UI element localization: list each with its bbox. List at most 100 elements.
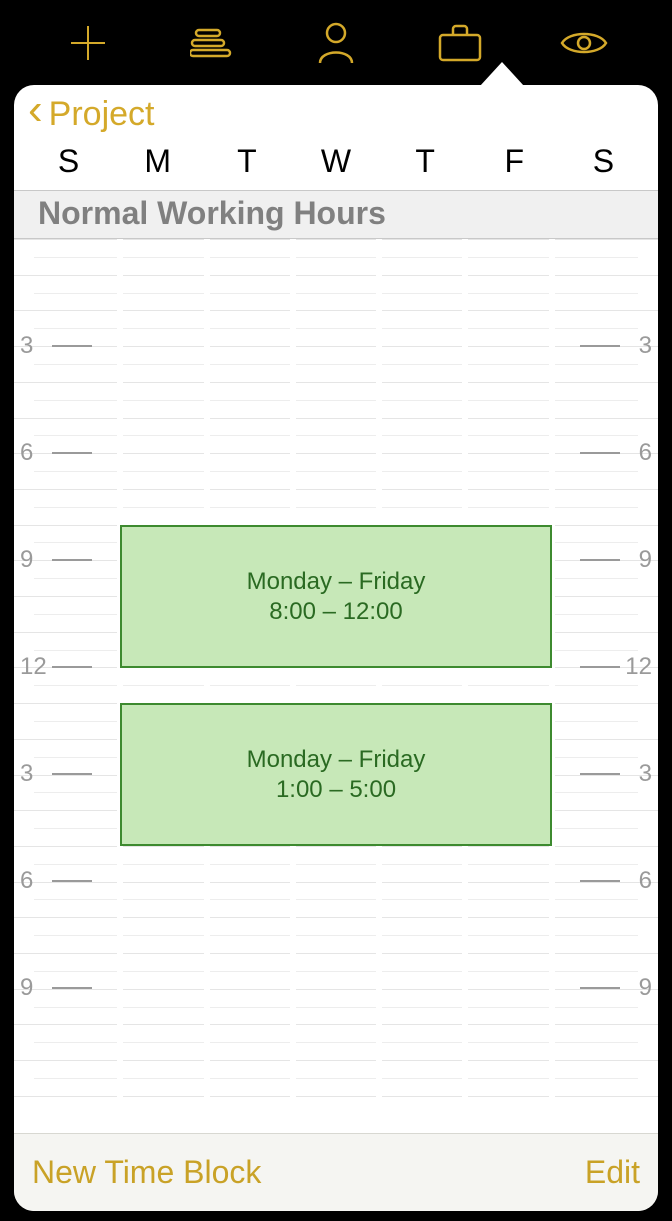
view-button[interactable]: [557, 16, 611, 70]
half-hour-line: [34, 1042, 638, 1043]
hour-label-right: 9: [639, 546, 652, 574]
hour-line: [14, 1060, 658, 1061]
time-block[interactable]: Monday – Friday1:00 – 5:00: [120, 703, 551, 846]
hour-tick: [52, 773, 92, 775]
popover-panel: ‹ Project S M T W T F S Normal Working H…: [14, 85, 658, 1211]
hour-label-left: 3: [20, 760, 33, 788]
hour-line: [14, 953, 658, 954]
hour-line: [14, 453, 658, 454]
panel-header: ‹ Project: [14, 85, 658, 143]
hour-line: [14, 310, 658, 311]
hour-label-right: 3: [639, 760, 652, 788]
popover-arrow: [480, 62, 524, 86]
weekday-label: T: [227, 143, 267, 180]
half-hour-line: [34, 899, 638, 900]
time-block-range: 1:00 – 5:00: [276, 776, 396, 804]
hour-label-left: 9: [20, 974, 33, 1002]
time-block[interactable]: Monday – Friday8:00 – 12:00: [120, 525, 551, 668]
hour-tick: [580, 345, 620, 347]
weekday-label: W: [316, 143, 356, 180]
hour-line: [14, 382, 658, 383]
hour-tick: [52, 345, 92, 347]
hour-tick: [52, 452, 92, 454]
hour-label-right: 6: [639, 867, 652, 895]
half-hour-line: [34, 685, 638, 686]
hour-label-left: 6: [20, 867, 33, 895]
briefcase-icon: [437, 23, 483, 63]
half-hour-line: [34, 507, 638, 508]
half-hour-line: [34, 471, 638, 472]
hour-tick: [52, 880, 92, 882]
back-chevron-icon[interactable]: ‹: [20, 88, 47, 140]
hour-tick: [52, 559, 92, 561]
weekday-label: F: [494, 143, 534, 180]
person-icon: [316, 21, 356, 65]
back-button-label[interactable]: Project: [49, 95, 155, 134]
weekday-label: S: [49, 143, 89, 180]
bottom-toolbar: New Time Block Edit: [14, 1133, 658, 1211]
schedule-grid[interactable]: 3366991212336699Monday – Friday8:00 – 12…: [14, 239, 658, 1133]
hour-line: [14, 346, 658, 347]
person-button[interactable]: [309, 16, 363, 70]
hour-tick: [580, 987, 620, 989]
add-button[interactable]: [61, 16, 115, 70]
weekday-label: M: [138, 143, 178, 180]
half-hour-line: [34, 935, 638, 936]
new-time-block-button[interactable]: New Time Block: [32, 1154, 261, 1191]
hour-line: [14, 846, 658, 847]
hour-line: [14, 489, 658, 490]
hour-line: [14, 1024, 658, 1025]
hour-tick: [580, 452, 620, 454]
list-button[interactable]: [185, 16, 239, 70]
half-hour-line: [34, 257, 638, 258]
col-separator: [204, 239, 210, 1133]
hour-tick: [580, 880, 620, 882]
col-separator: [549, 239, 555, 1133]
eye-icon: [559, 27, 609, 59]
col-separator: [117, 239, 123, 1133]
half-hour-line: [34, 1007, 638, 1008]
hour-line: [14, 418, 658, 419]
hour-tick: [580, 773, 620, 775]
list-icon: [190, 28, 234, 58]
time-block-title: Monday – Friday: [247, 746, 426, 774]
hour-tick: [580, 559, 620, 561]
half-hour-line: [34, 971, 638, 972]
hour-label-right: 12: [625, 653, 652, 681]
col-separator: [376, 239, 382, 1133]
hour-tick: [52, 666, 92, 668]
hour-label-left: 9: [20, 546, 33, 574]
briefcase-button[interactable]: [433, 16, 487, 70]
half-hour-line: [34, 864, 638, 865]
top-toolbar: [0, 0, 672, 85]
half-hour-line: [34, 435, 638, 436]
weekday-row: S M T W T F S: [14, 143, 658, 190]
hour-line: [14, 882, 658, 883]
hour-label-right: 9: [639, 974, 652, 1002]
half-hour-line: [34, 400, 638, 401]
hour-tick: [52, 987, 92, 989]
hour-line: [14, 239, 658, 240]
edit-button[interactable]: Edit: [585, 1154, 640, 1191]
half-hour-line: [34, 328, 638, 329]
half-hour-line: [34, 1078, 638, 1079]
col-separator: [290, 239, 296, 1133]
hour-line: [14, 917, 658, 918]
half-hour-line: [34, 364, 638, 365]
weekday-label: T: [405, 143, 445, 180]
hour-tick: [580, 666, 620, 668]
time-block-title: Monday – Friday: [247, 568, 426, 596]
col-separator: [462, 239, 468, 1133]
hour-label-left: 3: [20, 332, 33, 360]
section-header: Normal Working Hours: [14, 190, 658, 239]
hour-line: [14, 989, 658, 990]
hour-label-left: 6: [20, 439, 33, 467]
hour-line: [14, 1096, 658, 1097]
time-block-range: 8:00 – 12:00: [269, 598, 402, 626]
plus-icon: [67, 22, 109, 64]
hour-line: [14, 275, 658, 276]
weekday-label: S: [583, 143, 623, 180]
hour-label-right: 3: [639, 332, 652, 360]
half-hour-line: [34, 293, 638, 294]
hour-label-right: 6: [639, 439, 652, 467]
